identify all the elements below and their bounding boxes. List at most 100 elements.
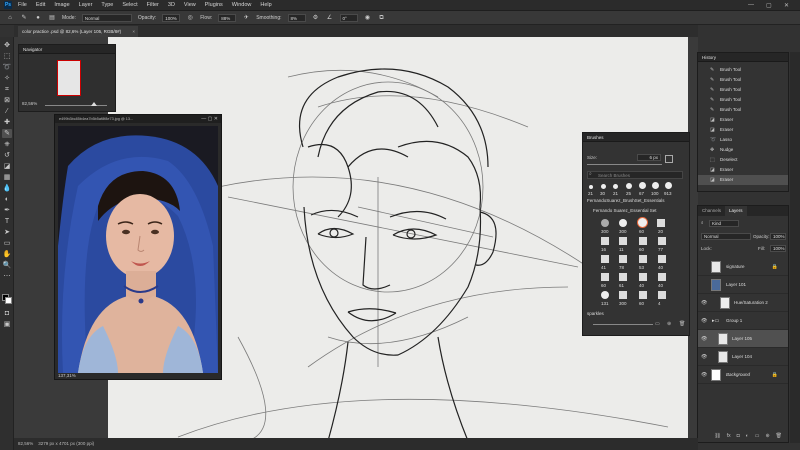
healing-tool-icon[interactable]: ✚ [2, 118, 12, 127]
brush-preset-icon[interactable]: ✎ [20, 14, 28, 22]
close-icon[interactable]: ✕ [784, 2, 789, 9]
visibility-eye-icon[interactable]: 👁 [701, 366, 707, 384]
zoom-tool-icon[interactable]: 🔍 [2, 261, 12, 270]
history-item[interactable]: ✎ Brush Tool [698, 75, 788, 85]
visibility-eye-icon[interactable]: 👁 [701, 312, 707, 330]
brush-tip-3-selected[interactable] [637, 217, 648, 228]
brush-tip-19[interactable] [639, 291, 647, 299]
tab-channels[interactable]: Channels [698, 206, 725, 216]
brush-size-slider[interactable] [587, 164, 662, 165]
reference-window-title[interactable]: e499b3bc85b4ea7b5b5af8f8e73.jpg @ 13... [55, 115, 221, 123]
delete-brush-icon[interactable]: 🗑 [679, 321, 685, 327]
preset-brush-4[interactable] [626, 183, 632, 189]
brush-tip-10[interactable] [619, 255, 627, 263]
close-tab-icon[interactable]: × [132, 26, 135, 37]
brush-tip-14[interactable] [619, 273, 627, 281]
history-brush-tool-icon[interactable]: ↺ [2, 151, 12, 160]
frame-tool-icon[interactable]: ⊠ [2, 96, 12, 105]
history-item[interactable]: ✥ Nudge [698, 145, 788, 155]
tab-layers[interactable]: Layers [725, 206, 747, 216]
brush-size-field[interactable]: 6 px [637, 154, 661, 161]
layer-opacity-field[interactable]: 100% [770, 233, 786, 240]
maximize-icon[interactable]: ▢ [766, 2, 772, 9]
symmetry-icon[interactable]: ⧉ [378, 14, 386, 22]
layer-row[interactable]: Layer 101 [698, 276, 788, 294]
brush-folder-sparkles[interactable]: sparkles [587, 311, 604, 316]
brush-tip-15[interactable] [639, 273, 647, 281]
brush-tip-7[interactable] [639, 237, 647, 245]
history-item[interactable]: ➰ Lasso [698, 135, 788, 145]
brush-tip-16[interactable] [658, 273, 666, 281]
blur-tool-icon[interactable]: 💧 [2, 184, 12, 193]
status-doc-size[interactable]: 3279 px x 4701 px (300 ppi) [38, 441, 94, 446]
visibility-eye-icon[interactable]: 👁 [701, 348, 707, 366]
menu-window[interactable]: Window [232, 2, 252, 8]
airbrush-icon[interactable]: ✈ [242, 14, 250, 22]
brush-folder-essential-set[interactable]: Fernando Suarez_Essential Set [593, 208, 657, 213]
reference-window-controls[interactable]: — ▢ ✕ [201, 115, 218, 123]
screen-mode-icon[interactable]: ▣ [2, 320, 12, 329]
marquee-tool-icon[interactable]: ⬚ [2, 52, 12, 61]
create-brush-icon[interactable] [665, 155, 673, 163]
clone-stamp-tool-icon[interactable]: ⎈ [2, 140, 12, 149]
brush-tip-4[interactable] [657, 219, 665, 227]
navigator-zoom-slider[interactable] [45, 105, 107, 106]
menu-help[interactable]: Help [260, 2, 271, 8]
preset-brush-6[interactable] [652, 182, 659, 189]
mode-select[interactable]: Normal [81, 13, 132, 22]
visibility-eye-icon[interactable]: 👁 [701, 294, 707, 312]
brush-tip-9[interactable] [601, 255, 609, 263]
dodge-tool-icon[interactable]: ◐ [2, 195, 12, 204]
mask-icon[interactable]: ◘ [737, 431, 740, 442]
delete-layer-icon[interactable]: 🗑 [776, 431, 782, 442]
menu-select[interactable]: Select [122, 2, 137, 8]
layer-kind-filter[interactable]: Kind [709, 220, 739, 227]
preset-brush-1[interactable] [589, 185, 593, 189]
history-item-current[interactable]: ◪ Eraser [698, 175, 788, 185]
history-item[interactable]: ✎ Brush Tool [698, 85, 788, 95]
crop-tool-icon[interactable]: ⌗ [2, 85, 12, 94]
history-item[interactable]: ◪ Eraser [698, 125, 788, 135]
eraser-tool-icon[interactable]: ◪ [2, 162, 12, 171]
more-tools-icon[interactable]: ⋯ [2, 272, 12, 281]
history-item[interactable]: ✎ Brush Tool [698, 95, 788, 105]
opacity-field[interactable]: 100% [162, 13, 181, 22]
brush-preview-size-slider[interactable] [593, 324, 653, 325]
fx-icon[interactable]: fx [727, 431, 731, 442]
menu-file[interactable]: File [18, 2, 27, 8]
type-tool-icon[interactable]: T [2, 217, 12, 226]
layer-row[interactable]: 👁 Layer 104 [698, 348, 788, 366]
new-brush-icon[interactable]: ⊕ [667, 321, 671, 327]
flow-field[interactable]: 88% [218, 13, 237, 22]
status-zoom[interactable]: 82,56% [18, 441, 33, 446]
history-item[interactable]: ✎ Brush Tool [698, 65, 788, 75]
brush-tip-1[interactable] [601, 219, 609, 227]
brush-size-icon[interactable]: ● [34, 14, 42, 22]
rectangle-tool-icon[interactable]: ▭ [2, 239, 12, 248]
menu-view[interactable]: View [184, 2, 196, 8]
layer-row[interactable]: signature 🔒 [698, 258, 788, 276]
brush-settings-icon[interactable]: ▤ [48, 14, 56, 22]
preset-brush-2[interactable] [601, 184, 606, 189]
brush-folder-essentials[interactable]: FernandoSuarez_BrushSet_Essentials [587, 198, 665, 203]
brush-tool-icon[interactable]: ✎ [2, 129, 12, 138]
filter-search-icon[interactable]: ⌕ [701, 220, 704, 225]
menu-edit[interactable]: Edit [36, 2, 45, 8]
link-icon[interactable]: ⛓ [714, 431, 720, 442]
pressure-opacity-icon[interactable]: ◎ [186, 14, 194, 22]
hand-tool-icon[interactable]: ✋ [2, 250, 12, 259]
menu-type[interactable]: Type [101, 2, 113, 8]
quick-mask-icon[interactable]: ◘ [2, 309, 12, 318]
brush-tip-5[interactable] [601, 237, 609, 245]
brush-tip-8[interactable] [658, 237, 666, 245]
history-item[interactable]: ◪ Eraser [698, 115, 788, 125]
preset-brush-7[interactable] [665, 182, 672, 189]
minimize-icon[interactable]: — [748, 2, 754, 8]
menu-image[interactable]: Image [54, 2, 69, 8]
brush-tip-12[interactable] [658, 255, 666, 263]
navigator-preview[interactable] [57, 60, 81, 96]
brush-tip-20[interactable] [658, 291, 666, 299]
document-tab[interactable]: color practice .psd @ 82,6% (Layer 105, … [18, 26, 138, 37]
visibility-eye-icon[interactable]: 👁 [701, 330, 707, 348]
new-layer-icon[interactable]: ⊕ [765, 431, 769, 442]
